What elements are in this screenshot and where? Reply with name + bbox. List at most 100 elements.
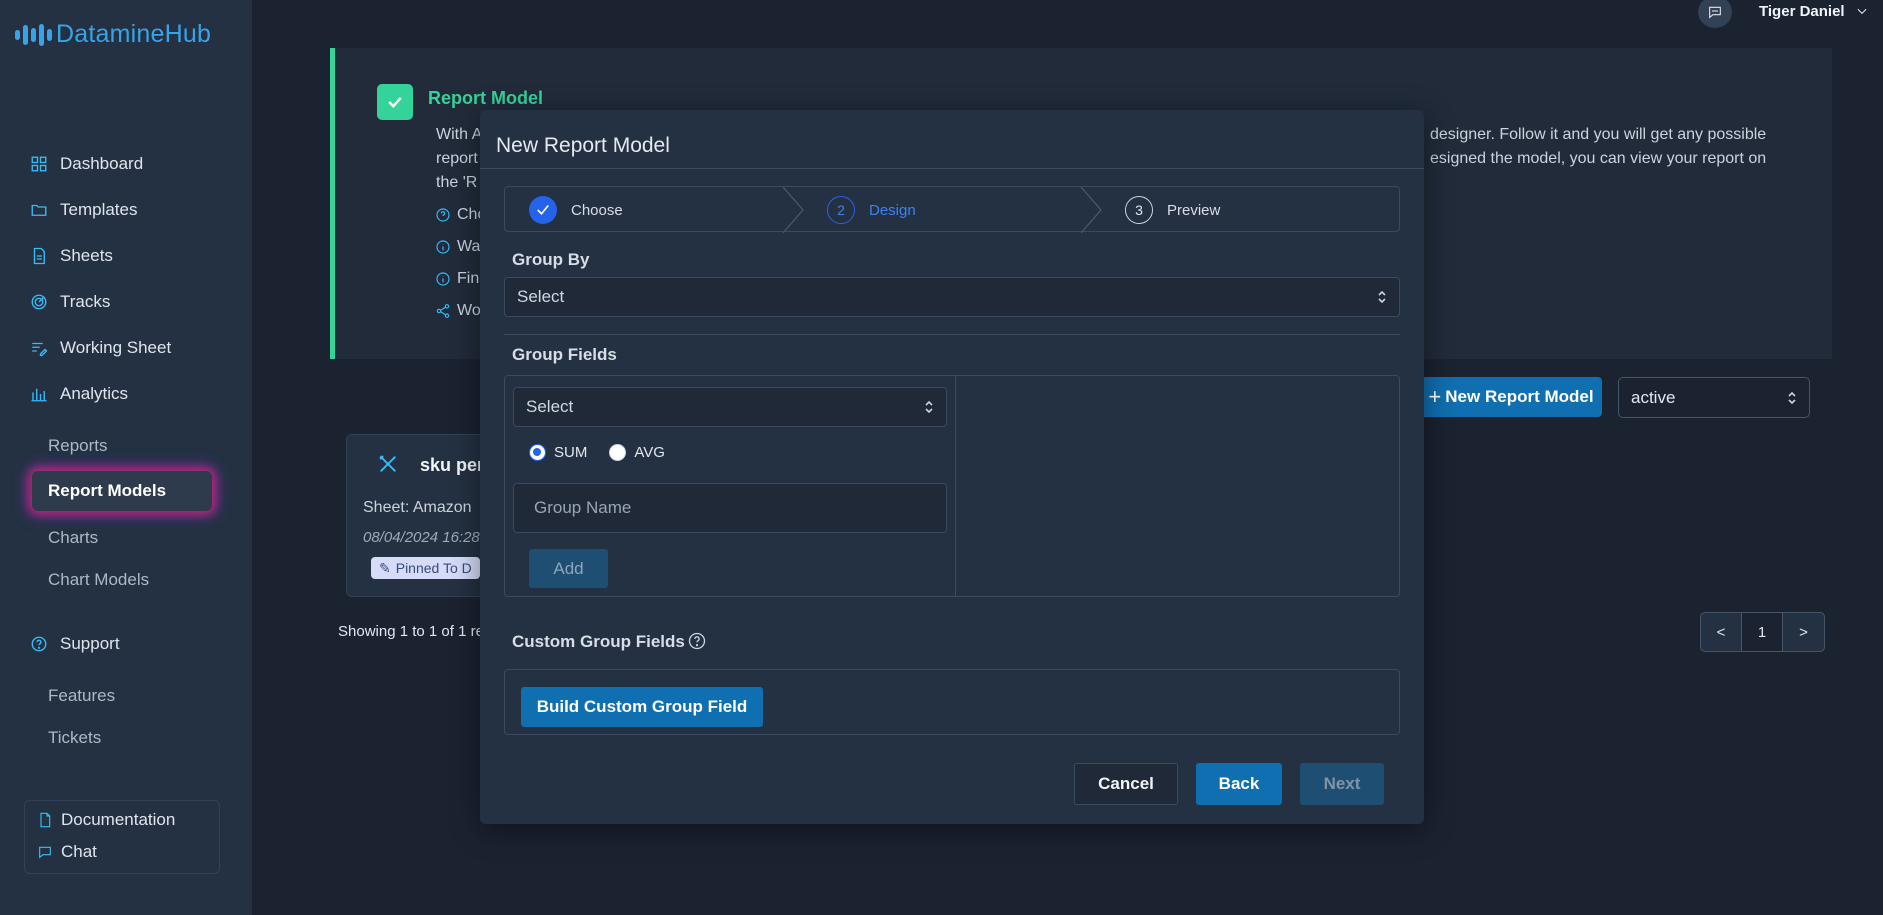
sidebar-item-reports[interactable]: Reports: [48, 436, 108, 456]
bar-chart-icon: [31, 388, 47, 402]
dialog-divider: [480, 168, 1424, 169]
report-model-card[interactable]: sku per Sheet: Amazon 08/04/2024 16:28 ✎…: [346, 434, 496, 597]
file-icon: [40, 812, 51, 828]
new-report-model-button[interactable]: + New Report Model: [1420, 377, 1602, 417]
sidebar-item-tickets[interactable]: Tickets: [48, 728, 101, 748]
cancel-button[interactable]: Cancel: [1074, 763, 1178, 805]
sidebar-item-label: Dashboard: [60, 154, 144, 173]
group-name-placeholder: Group Name: [534, 498, 632, 517]
select-arrows-icon: [1788, 391, 1796, 404]
group-field-value: Select: [526, 397, 574, 416]
plus-icon: +: [1428, 384, 1442, 409]
info-bullet: Cho: [435, 206, 486, 224]
info-text-line: the 'R: [436, 174, 478, 191]
add-group-field-button[interactable]: Add: [529, 549, 608, 588]
group-fields-label: Group Fields: [512, 345, 617, 364]
sidebar: DatamineHub Dashboard Templates Sheets T…: [0, 0, 252, 915]
step-check-icon: [529, 196, 557, 224]
next-page-button[interactable]: >: [1783, 613, 1824, 651]
next-button[interactable]: Next: [1300, 763, 1384, 805]
user-menu-name[interactable]: Tiger Daniel: [1759, 3, 1845, 20]
help-circle-icon: [31, 636, 47, 652]
step-preview[interactable]: 3 Preview: [1125, 187, 1220, 233]
info-text-line: designer. Follow it and you will get any…: [1430, 126, 1767, 143]
sidebar-item-documentation[interactable]: Documentation: [37, 810, 175, 830]
app-name: DatamineHub: [56, 20, 212, 48]
sidebar-item-analytics[interactable]: Analytics: [30, 384, 128, 404]
sidebar-item-label: Documentation: [61, 810, 176, 829]
custom-group-fields-box: Build Custom Group Field: [504, 669, 1400, 735]
sidebar-item-report-models[interactable]: Report Models: [32, 471, 212, 511]
info-title: Report Model: [428, 88, 543, 108]
document-icon: [33, 247, 45, 265]
group-field-select[interactable]: Select: [513, 387, 947, 427]
step-separator: [1081, 187, 1102, 233]
step-design[interactable]: 2 Design: [827, 187, 916, 233]
sidebar-item-support[interactable]: Support: [30, 634, 120, 654]
step-choose[interactable]: Choose: [529, 187, 623, 233]
pin-icon: ✎: [379, 559, 391, 576]
step-number: 2: [827, 196, 855, 224]
sidebar-item-chat[interactable]: Chat: [37, 842, 97, 862]
step-label: Design: [869, 201, 916, 219]
chevron-down-icon[interactable]: [1855, 4, 1869, 18]
help-circle-icon[interactable]: [687, 631, 707, 651]
pagination-summary: Showing 1 to 1 of 1 res: [338, 623, 492, 640]
pinned-badge-label: Pinned To D: [395, 560, 472, 576]
sidebar-item-chart-models[interactable]: Chart Models: [48, 570, 149, 590]
sidebar-item-tracks[interactable]: Tracks: [30, 292, 110, 312]
aggregation-radio-group: SUM AVG: [529, 444, 665, 461]
status-filter-value: active: [1631, 387, 1676, 407]
sidebar-item-charts[interactable]: Charts: [48, 528, 98, 548]
radio-avg-label: AVG: [634, 444, 665, 461]
sidebar-item-label: Chat: [61, 842, 97, 861]
sidebar-item-templates[interactable]: Templates: [30, 200, 137, 220]
card-date: 08/04/2024 16:28: [363, 529, 480, 546]
chat-bubble-icon: [1709, 6, 1721, 19]
new-report-model-label: New Report Model: [1445, 387, 1594, 406]
group-name-input[interactable]: Group Name: [513, 483, 947, 533]
group-by-label: Group By: [512, 250, 590, 269]
custom-group-fields-label: Custom Group Fields: [512, 632, 685, 651]
new-report-model-dialog: New Report Model Choose 2 Design 3 Previ…: [480, 110, 1424, 824]
messages-button[interactable]: [1698, 0, 1732, 28]
radio-sum[interactable]: [529, 444, 546, 461]
radar-icon: [31, 294, 47, 310]
sidebar-item-label: Working Sheet: [60, 338, 172, 357]
page-button-current[interactable]: 1: [1742, 613, 1783, 651]
sidebar-item-features[interactable]: Features: [48, 686, 115, 706]
app-logo[interactable]: DatamineHub: [15, 20, 211, 49]
grid-icon: [31, 156, 47, 172]
group-by-value: Select: [517, 287, 565, 306]
info-bullet-text: Fin: [457, 270, 480, 287]
info-bullet: Fin: [435, 270, 479, 288]
group-by-select[interactable]: Select: [504, 277, 1400, 317]
check-icon: [377, 84, 413, 120]
sidebar-item-label: Support: [60, 634, 120, 653]
info-bullet-text: Wo: [457, 302, 481, 319]
sidebar-item-working-sheet[interactable]: Working Sheet: [30, 338, 171, 358]
card-sheet: Sheet: Amazon: [363, 499, 472, 516]
info-bullet: Wo: [435, 302, 481, 320]
info-text-line: report: [436, 150, 478, 167]
pagination: < 1 >: [1700, 612, 1825, 652]
build-custom-group-field-button[interactable]: Build Custom Group Field: [521, 687, 763, 727]
dialog-title: New Report Model: [496, 134, 670, 157]
sidebar-item-label: Report Models: [48, 481, 167, 500]
sidebar-item-sheets[interactable]: Sheets: [30, 246, 113, 266]
status-filter-select[interactable]: active: [1618, 377, 1810, 418]
sidebar-item-label: Analytics: [60, 384, 129, 403]
back-button[interactable]: Back: [1196, 763, 1282, 805]
info-icon: [436, 240, 450, 254]
wizard-stepper: Choose 2 Design 3 Preview: [504, 186, 1400, 233]
help-links-box: Documentation Chat: [24, 800, 220, 874]
tools-icon: [379, 455, 396, 472]
info-text-line: With A: [436, 126, 483, 143]
select-arrows-icon: [1378, 290, 1386, 304]
logo-waveform-icon: [15, 23, 52, 46]
sidebar-item-dashboard[interactable]: Dashboard: [30, 154, 143, 174]
radio-avg[interactable]: [609, 444, 627, 461]
sidebar-item-label: Tracks: [60, 292, 111, 311]
prev-page-button[interactable]: <: [1701, 613, 1742, 651]
step-label: Choose: [571, 201, 623, 219]
